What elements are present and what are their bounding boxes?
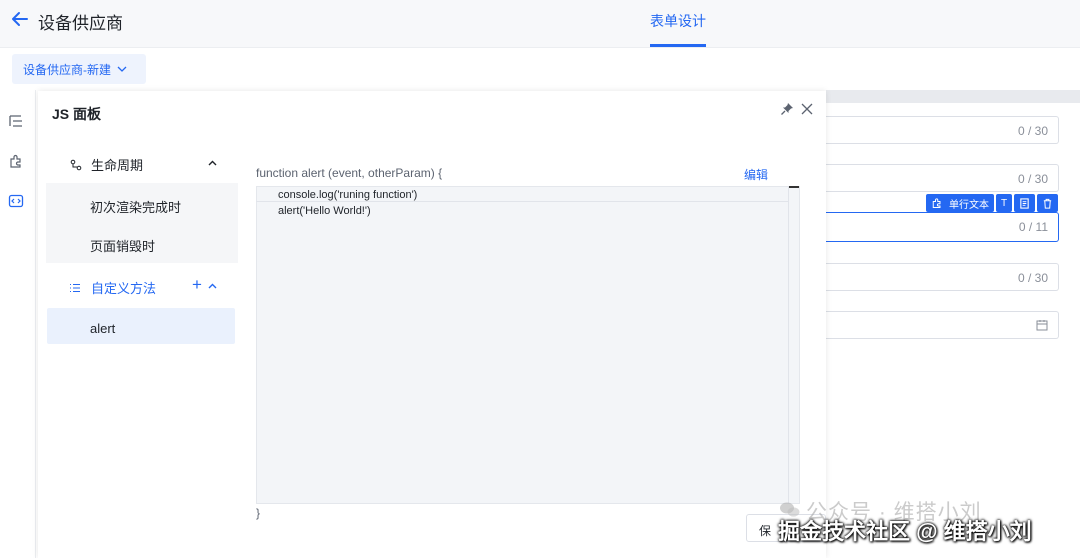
lifecycle-item-mounted[interactable]: 初次渲染完成时 [90, 197, 181, 216]
lifecycle-icon [70, 159, 82, 170]
chevron-up-icon[interactable] [207, 281, 218, 292]
back-arrow-icon[interactable] [10, 9, 30, 29]
widget-toolbar: 单行文本 T [926, 194, 1059, 212]
custom-methods-group-header[interactable]: 自定义方法 [69, 278, 156, 297]
plugin-icon[interactable] [8, 153, 24, 169]
char-counter: 0 / 30 [1017, 172, 1048, 186]
code-icon[interactable] [8, 193, 24, 209]
sub-toolbar [0, 48, 1080, 90]
canvas-header-strip [826, 90, 1080, 103]
plugin-icon [932, 198, 941, 208]
form-field-1[interactable]: 0 / 30 [826, 116, 1059, 144]
edit-button[interactable]: 编辑 [744, 166, 768, 183]
calendar-icon [1036, 320, 1048, 331]
pin-icon[interactable] [780, 102, 794, 116]
code-line-2: alert('Hello World!') [278, 205, 371, 217]
page-title: 设备供应商 [38, 14, 123, 33]
form-selector-dropdown[interactable]: 设备供应商-新建 [12, 54, 146, 84]
widget-type-tag[interactable]: 单行文本 [926, 194, 994, 212]
delete-button[interactable] [1037, 194, 1059, 212]
panel-title: JS 面板 [52, 106, 102, 122]
list-icon [70, 283, 80, 292]
form-field-3-selected[interactable]: 0 / 11 [826, 212, 1059, 242]
form-field-2[interactable]: 0 / 30 [826, 164, 1059, 192]
code-line-1: console.log('runing function') [278, 189, 418, 201]
trash-icon [1043, 198, 1052, 209]
custom-methods-label: 自定义方法 [91, 281, 157, 296]
lifecycle-group-header[interactable]: 生命周期 [70, 155, 143, 174]
date-field[interactable] [826, 311, 1059, 339]
function-closing-brace: } [256, 506, 261, 520]
char-counter: 0 / 30 [1017, 271, 1048, 285]
chevron-up-icon[interactable] [207, 158, 218, 169]
char-counter: 0 / 11 [1018, 220, 1048, 234]
method-item-alert[interactable]: alert [90, 321, 115, 336]
chevron-down-icon [117, 66, 127, 72]
editor-scrollbar[interactable] [788, 186, 800, 504]
copy-icon [1020, 197, 1029, 209]
outline-icon[interactable] [8, 113, 24, 129]
active-tab-indicator [650, 44, 706, 47]
lifecycle-item-destroyed[interactable]: 页面销毁时 [90, 236, 155, 255]
form-field-4[interactable]: 0 / 30 [826, 263, 1059, 291]
code-editor[interactable] [256, 186, 800, 504]
char-counter: 0 / 30 [1017, 124, 1048, 138]
close-icon[interactable] [800, 102, 814, 116]
form-selector-label: 设备供应商-新建 [23, 62, 111, 77]
text-format-button[interactable]: T [996, 194, 1013, 212]
copy-button[interactable] [1014, 194, 1036, 212]
method-item-selected-bg [47, 308, 235, 344]
left-icon-rail [0, 90, 36, 558]
add-method-button[interactable]: + [192, 275, 202, 295]
top-header [0, 0, 1080, 48]
tab-form-design[interactable]: 表单设计 [650, 11, 706, 31]
function-signature: function alert (event, otherParam) { [256, 166, 443, 180]
editor-scroll-thumb[interactable] [789, 186, 799, 188]
site-watermark: 掘金技术社区 @ 维搭小刘 [778, 519, 1032, 544]
lifecycle-label: 生命周期 [91, 158, 144, 173]
widget-type-label: 单行文本 [949, 199, 989, 211]
